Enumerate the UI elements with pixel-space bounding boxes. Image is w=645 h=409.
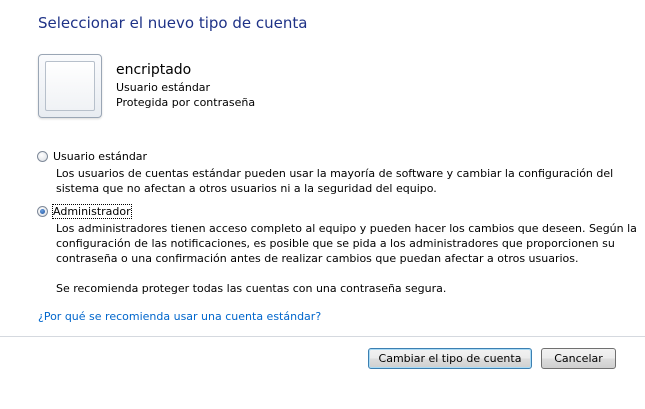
standard-description-line-1: Los usuarios de cuentas estándar pueden … — [56, 167, 614, 180]
why-standard-account-link[interactable]: ¿Por qué se recomienda usar una cuenta e… — [38, 310, 321, 323]
change-account-type-button[interactable]: Cambiar el tipo de cuenta — [368, 348, 532, 369]
radio-standard-label[interactable]: Usuario estándar — [53, 150, 147, 163]
user-picture-tile — [38, 54, 102, 118]
admin-description-line-3: contraseña o una confirmación antes de r… — [56, 252, 579, 265]
cancel-button[interactable]: Cancelar — [541, 348, 616, 369]
footer-divider — [0, 336, 645, 337]
account-protection: Protegida por contraseña — [116, 96, 256, 109]
radio-administrator[interactable]: Administrador — [37, 204, 132, 219]
radio-administrator-circle[interactable] — [37, 206, 48, 217]
user-picture-placeholder — [45, 61, 95, 111]
page-title: Seleccionar el nuevo tipo de cuenta — [38, 14, 308, 32]
radio-standard-user[interactable]: Usuario estándar — [37, 150, 147, 163]
admin-description-line-2: configuración de las notificaciones, es … — [56, 237, 615, 250]
radio-standard-circle[interactable] — [37, 151, 48, 162]
account-type: Usuario estándar — [116, 81, 211, 94]
password-recommendation: Se recomienda proteger todas las cuentas… — [56, 282, 447, 295]
radio-administrator-label[interactable]: Administrador — [52, 204, 132, 219]
account-name: encriptado — [116, 62, 192, 78]
admin-description-line-1: Los administradores tienen acceso comple… — [56, 222, 637, 235]
standard-description-line-2: sistema que no afectan a otros usuarios … — [56, 182, 437, 195]
